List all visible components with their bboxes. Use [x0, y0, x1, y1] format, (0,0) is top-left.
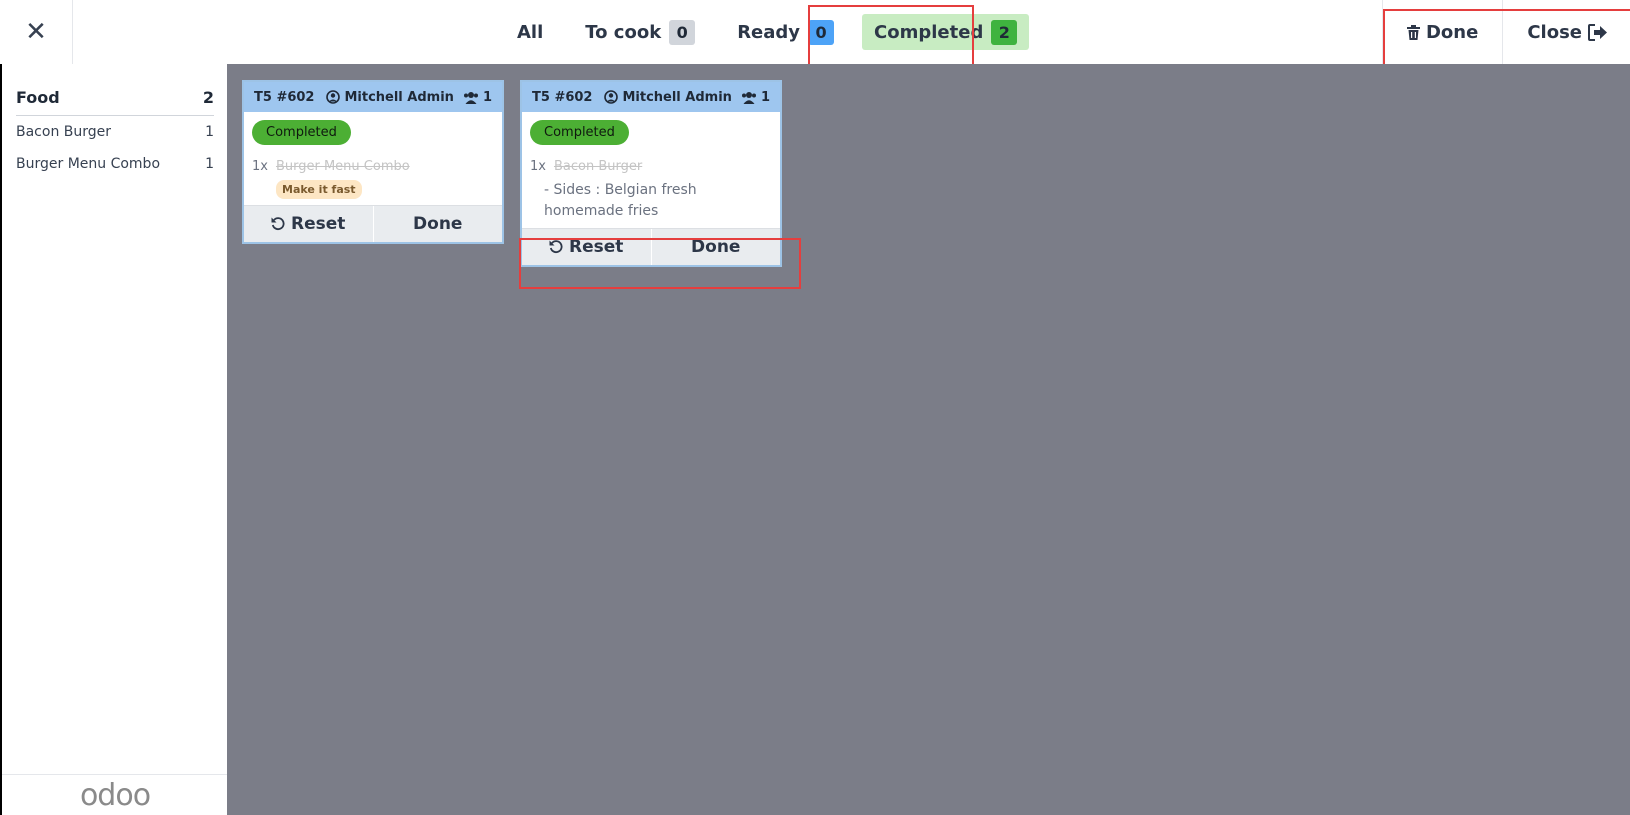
category-sidebar: Food 2 Bacon Burger 1 Burger Menu Combo …	[0, 64, 228, 815]
order-card-body: Completed 1x Burger Menu Combo Make it f…	[244, 112, 502, 205]
user-circle-icon	[604, 90, 619, 105]
done-button[interactable]: Done	[650, 229, 781, 265]
order-card-actions: Reset Done	[244, 205, 502, 242]
order-card-body: Completed 1x Bacon Burger - Sides : Belg…	[522, 112, 780, 228]
users-icon	[741, 90, 757, 105]
sidebar-item-count: 1	[205, 156, 214, 172]
category-count: 2	[202, 88, 214, 107]
tab-completed-count: 2	[991, 19, 1018, 45]
line-product: Burger Menu Combo	[275, 159, 410, 174]
status-badge: Completed	[252, 120, 351, 145]
order-card-header: T5 #602 Mitchell Admin 1	[522, 82, 780, 112]
reset-button[interactable]: Reset	[244, 206, 373, 242]
sidebar-item-label: Bacon Burger	[16, 124, 112, 140]
order-guests: 1	[482, 89, 492, 105]
order-card[interactable]: T5 #602 Mitchell Admin 1 Completed 1x Bu…	[242, 80, 504, 244]
tab-ready-count: 0	[808, 19, 835, 45]
category-label: Food	[16, 88, 60, 107]
order-line[interactable]: 1x Bacon Burger	[530, 159, 772, 174]
sidebar-item-bacon-burger[interactable]: Bacon Burger 1	[16, 116, 214, 148]
order-ref: T5 #602	[254, 89, 315, 105]
sidebar-item-burger-menu-combo[interactable]: Burger Menu Combo 1	[16, 148, 214, 180]
close-icon[interactable]: ✕	[0, 0, 73, 64]
undo-icon	[549, 237, 563, 257]
order-card[interactable]: T5 #602 Mitchell Admin 1 Completed 1x Ba…	[520, 80, 782, 267]
odoo-logo: odoo	[2, 774, 228, 815]
tab-all-label: All	[517, 21, 544, 43]
line-qty: 1x	[530, 159, 546, 174]
order-user: Mitchell Admin	[622, 89, 732, 105]
order-user: Mitchell Admin	[344, 89, 454, 105]
user-circle-icon	[326, 90, 341, 105]
filter-tabs: All To cook 0 Ready 0 Completed 2	[505, 14, 1030, 50]
tab-to-cook[interactable]: To cook 0	[573, 14, 707, 50]
orders-area: T5 #602 Mitchell Admin 1 Completed 1x Bu…	[227, 64, 1630, 815]
tab-to-cook-label: To cook	[585, 21, 662, 43]
top-bar: ✕ All To cook 0 Ready 0 Completed 2 Done…	[0, 0, 1630, 64]
order-card-actions: Reset Done	[522, 228, 780, 265]
tab-ready[interactable]: Ready 0	[725, 14, 846, 50]
done-all-button[interactable]: Done	[1381, 0, 1502, 64]
order-card-header: T5 #602 Mitchell Admin 1	[244, 82, 502, 112]
order-ref: T5 #602	[532, 89, 593, 105]
users-icon	[463, 90, 479, 105]
done-all-label: Done	[1425, 21, 1479, 43]
order-line[interactable]: 1x Burger Menu Combo	[252, 159, 494, 174]
top-actions: Done Close	[1381, 0, 1630, 64]
sidebar-category-food[interactable]: Food 2	[16, 64, 214, 116]
line-attribute: - Sides : Belgian fresh homemade fries	[544, 182, 697, 219]
line-qty: 1x	[252, 159, 268, 174]
sign-out-icon	[1588, 22, 1608, 43]
close-session-label: Close	[1527, 21, 1582, 43]
done-button[interactable]: Done	[372, 206, 503, 242]
tab-to-cook-count: 0	[669, 19, 696, 45]
reset-button[interactable]: Reset	[522, 229, 651, 265]
trash-icon	[1406, 22, 1420, 43]
tab-ready-label: Ready	[737, 21, 801, 43]
line-note: Make it fast	[276, 180, 362, 199]
tab-all[interactable]: All	[505, 14, 555, 50]
undo-icon	[271, 214, 285, 234]
status-badge: Completed	[530, 120, 629, 145]
line-product: Bacon Burger	[553, 159, 643, 174]
tab-completed-label: Completed	[874, 21, 984, 43]
close-session-button[interactable]: Close	[1502, 0, 1630, 64]
sidebar-item-count: 1	[205, 124, 214, 140]
sidebar-item-label: Burger Menu Combo	[16, 156, 161, 172]
order-guests: 1	[760, 89, 770, 105]
tab-completed[interactable]: Completed 2	[862, 14, 1030, 50]
